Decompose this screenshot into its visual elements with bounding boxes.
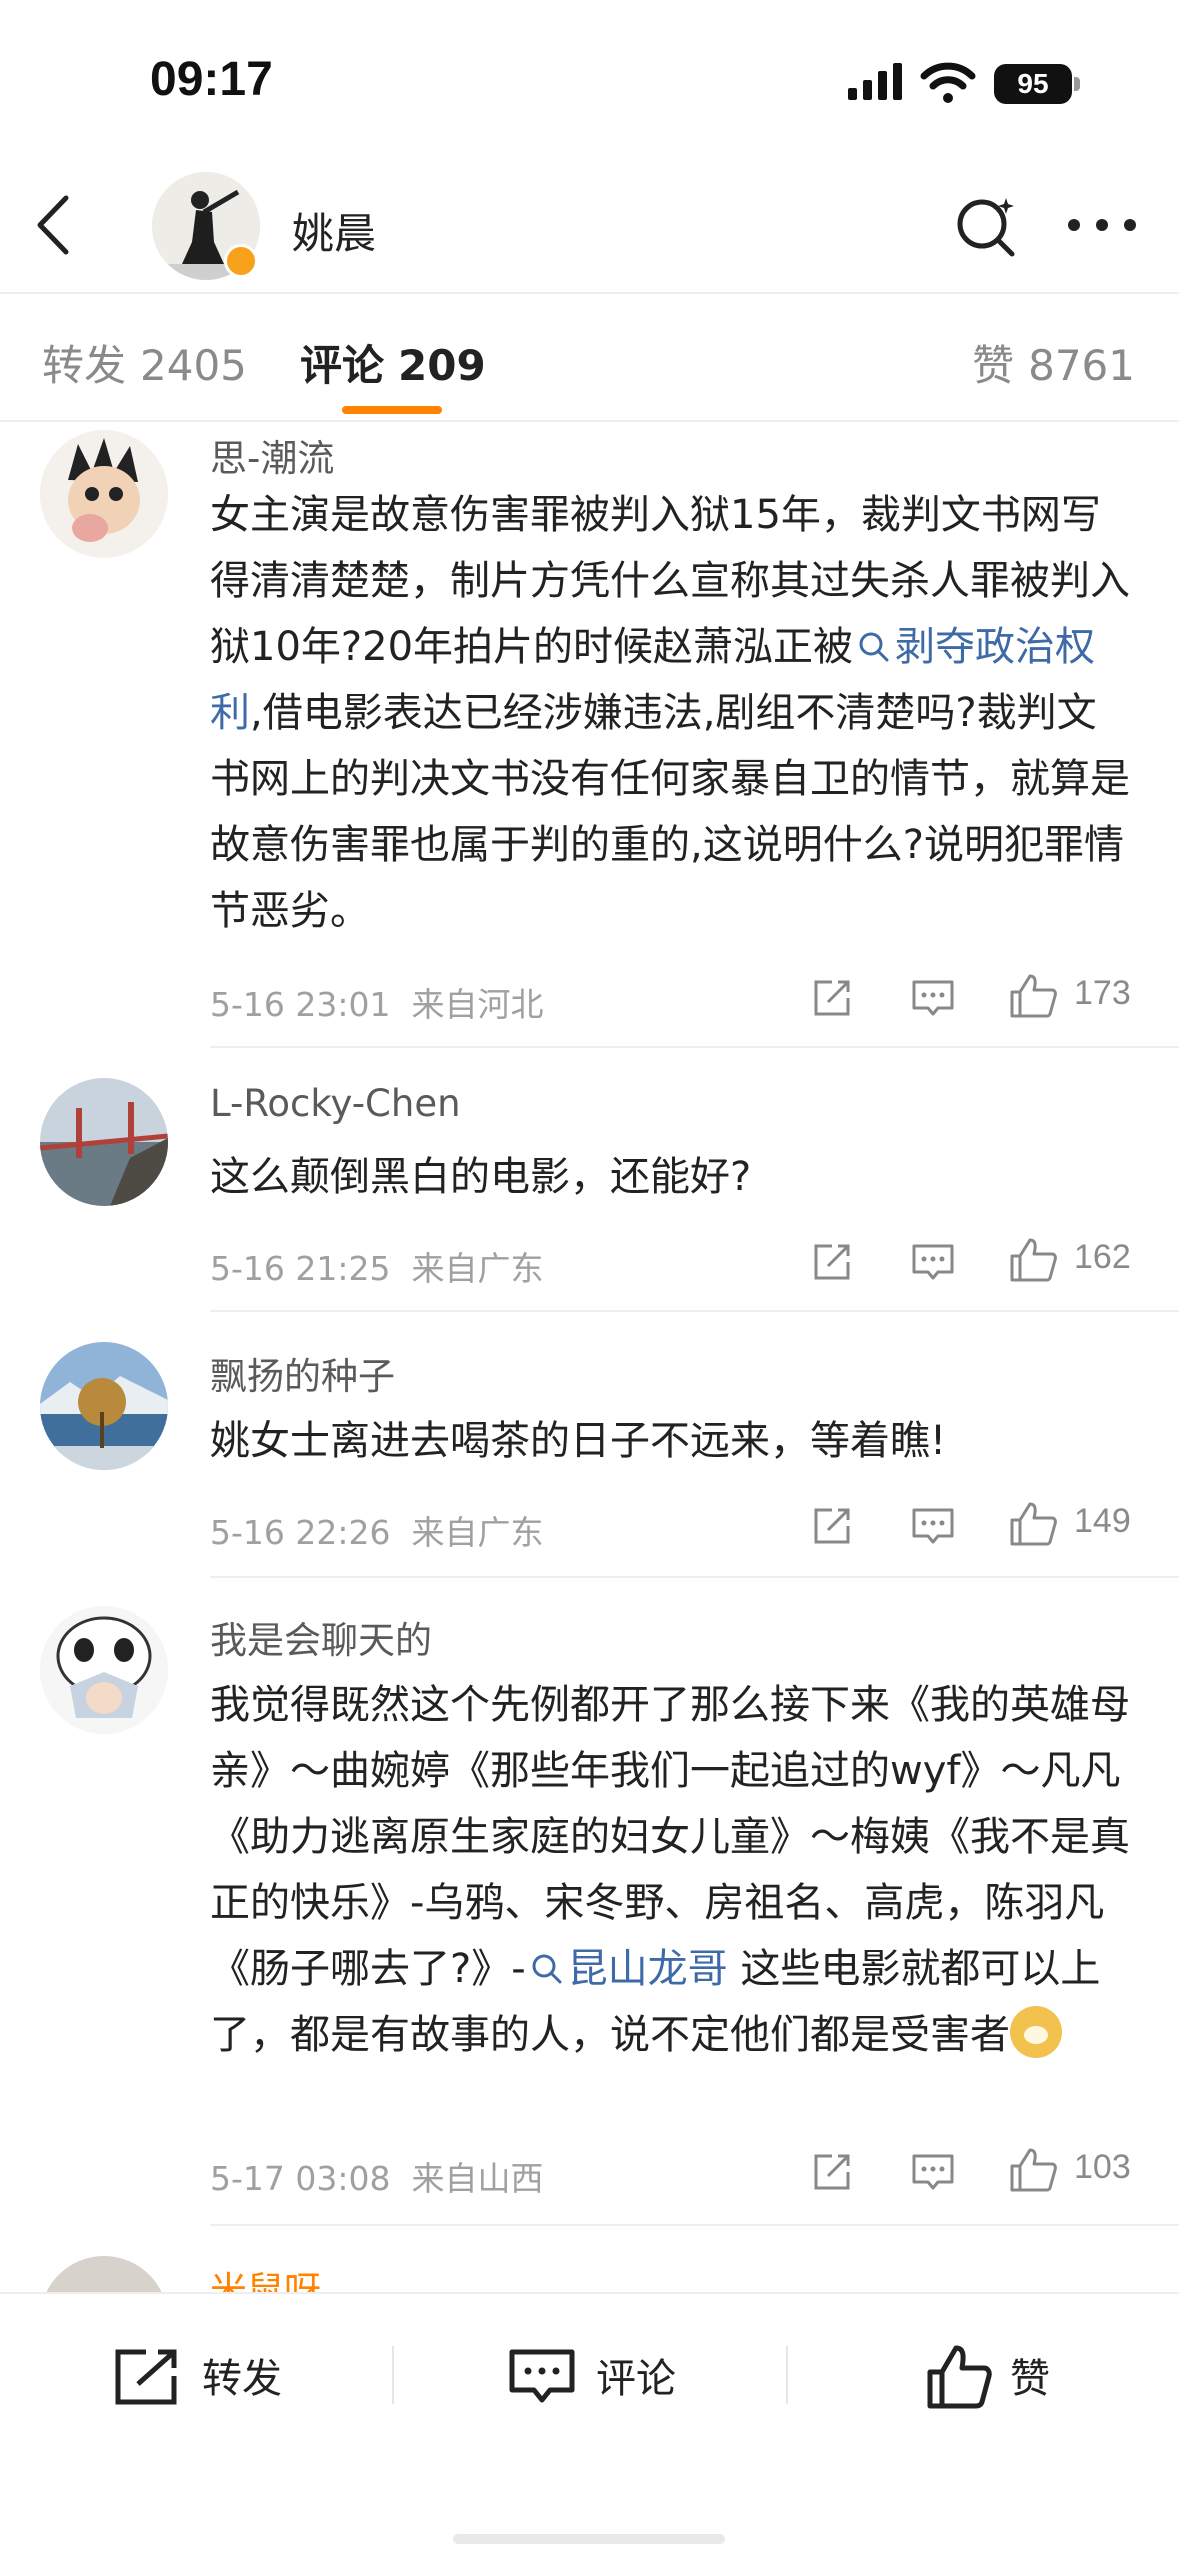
commenter-avatar[interactable] xyxy=(40,1078,168,1206)
topic-text: 昆山龙哥 xyxy=(567,1946,728,1992)
comment-text: 姚女士离进去喝茶的日子不远来，等着瞧! xyxy=(210,1418,947,1464)
like-count: 149 xyxy=(1074,1502,1131,1540)
active-tab-indicator xyxy=(342,406,442,414)
commenter-avatar[interactable] xyxy=(40,430,168,558)
like-thumb-icon xyxy=(927,2345,992,2409)
comment-meta-1: 5-16 23:01 来自河北 xyxy=(210,978,543,1026)
like-label: 赞 xyxy=(1010,2356,1050,2402)
doge-emoji-icon xyxy=(1010,2006,1062,2058)
comment-location: 来自山西 xyxy=(411,2159,544,2198)
comment-icon xyxy=(509,2349,575,2403)
tab-like-label: 赞 xyxy=(972,341,1015,390)
like-count: 162 xyxy=(1074,1238,1131,1276)
more-options-icon[interactable] xyxy=(1064,202,1140,248)
avatar-bridge-photo-icon xyxy=(40,1078,168,1206)
comment-meta-2: 5-16 21:25 来自广东 xyxy=(210,1242,543,1290)
repost-label: 转发 xyxy=(202,2356,282,2402)
search-icon[interactable] xyxy=(952,190,1024,262)
comment-location: 来自河北 xyxy=(411,985,544,1024)
comment-text: 这么颠倒黑白的电影，还能好? xyxy=(210,1154,752,1200)
comment-divider xyxy=(210,1046,1179,1048)
header: 姚晨 xyxy=(0,160,1179,294)
comment-text-part: ,借电影表达已经涉嫌违法,剧组不清楚吗?裁判文书网上的判决文书没有任何家暴自卫的… xyxy=(210,690,1130,934)
tab-like-count: 8761 xyxy=(1028,341,1135,390)
comment-divider xyxy=(210,1310,1179,1312)
comment-date: 5-16 22:26 xyxy=(210,1513,391,1552)
commenter-name[interactable]: 思-潮流 xyxy=(210,428,334,482)
comment-meta-3: 5-16 22:26 来自广东 xyxy=(210,1506,543,1554)
like-icon[interactable] xyxy=(1008,972,1058,1020)
wifi-icon xyxy=(920,62,976,103)
repost-button[interactable]: 转发 xyxy=(0,2294,392,2454)
topic-search-icon xyxy=(859,632,889,662)
comment-location: 来自广东 xyxy=(411,1249,544,1288)
like-icon[interactable] xyxy=(1008,1500,1058,1548)
battery-level: 95 xyxy=(994,64,1072,104)
tab-bar: 转发 2405 评论 209 赞 8761 xyxy=(0,294,1179,422)
like-icon[interactable] xyxy=(1008,1236,1058,1284)
like-count: 173 xyxy=(1074,974,1131,1012)
tab-repost-count: 2405 xyxy=(140,341,247,390)
comment-divider xyxy=(210,1576,1179,1578)
battery-tip xyxy=(1074,77,1080,91)
tab-comment-count: 209 xyxy=(398,341,486,390)
like-count: 103 xyxy=(1074,2148,1131,2186)
share-icon[interactable] xyxy=(810,2150,854,2194)
tab-like[interactable]: 赞 8761 xyxy=(972,332,1135,393)
reply-icon[interactable] xyxy=(910,1240,956,1284)
comment-date: 5-16 23:01 xyxy=(210,985,391,1024)
topic-search-icon xyxy=(532,1954,562,1984)
bottom-action-bar: 转发 评论 赞 xyxy=(0,2292,1179,2556)
comment-actions: 173 xyxy=(810,972,1140,1022)
author-name[interactable]: 姚晨 xyxy=(292,200,376,261)
tab-comment-label: 评论 xyxy=(300,341,385,390)
commenter-name[interactable]: 我是会聊天的 xyxy=(210,1610,432,1664)
back-arrow-icon[interactable] xyxy=(26,190,86,260)
avatar-cartoon-icon xyxy=(40,430,168,558)
repost-icon xyxy=(115,2349,177,2405)
comment-meta-4: 5-17 03:08 来自山西 xyxy=(210,2152,543,2200)
battery-indicator: 95 xyxy=(994,64,1080,104)
comment-actions: 149 xyxy=(810,1500,1140,1550)
comment-location: 来自广东 xyxy=(411,1513,544,1552)
status-bar: 09:17 95 xyxy=(0,0,1179,160)
comment-actions: 103 xyxy=(810,2146,1140,2196)
status-time: 09:17 xyxy=(150,53,273,106)
share-icon[interactable] xyxy=(810,1240,854,1284)
commenter-name[interactable]: 飘扬的种子 xyxy=(210,1346,395,1400)
tab-repost-label: 转发 xyxy=(42,341,127,390)
comment-date: 5-16 21:25 xyxy=(210,1249,391,1288)
home-indicator xyxy=(453,2534,725,2544)
reply-icon[interactable] xyxy=(910,976,956,1020)
topic-link[interactable]: 昆山龙哥 xyxy=(526,1946,728,1992)
avatar-anime-icon xyxy=(40,1606,168,1734)
comment-divider xyxy=(210,2224,1179,2226)
comment-text: 女主演是故意伤害罪被判入狱15年，裁判文书网写得清清楚楚，制片方凭什么宣称其过失… xyxy=(210,482,1130,944)
reply-icon[interactable] xyxy=(910,2150,956,2194)
like-button[interactable]: 赞 xyxy=(788,2294,1179,2454)
cellular-signal-icon xyxy=(848,63,902,100)
avatar-tree-photo-icon xyxy=(40,1342,168,1470)
reply-icon[interactable] xyxy=(910,1504,956,1548)
share-icon[interactable] xyxy=(810,976,854,1020)
comment-text: 我觉得既然这个先例都开了那么接下来《我的英雄母亲》～曲婉婷《那些年我们一起追过的… xyxy=(210,1672,1130,2068)
tab-repost[interactable]: 转发 2405 xyxy=(42,332,247,393)
comment-date: 5-17 03:08 xyxy=(210,2159,391,2198)
like-icon[interactable] xyxy=(1008,2146,1058,2194)
verified-badge-icon xyxy=(224,244,258,278)
comment-label: 评论 xyxy=(596,2356,676,2402)
share-icon[interactable] xyxy=(810,1504,854,1548)
comment-button[interactable]: 评论 xyxy=(394,2294,786,2454)
comment-actions: 162 xyxy=(810,1236,1140,1286)
commenter-avatar[interactable] xyxy=(40,1342,168,1470)
tab-comment[interactable]: 评论 209 xyxy=(300,332,486,393)
commenter-name[interactable]: L-Rocky-Chen xyxy=(210,1082,461,1125)
commenter-avatar[interactable] xyxy=(40,1606,168,1734)
